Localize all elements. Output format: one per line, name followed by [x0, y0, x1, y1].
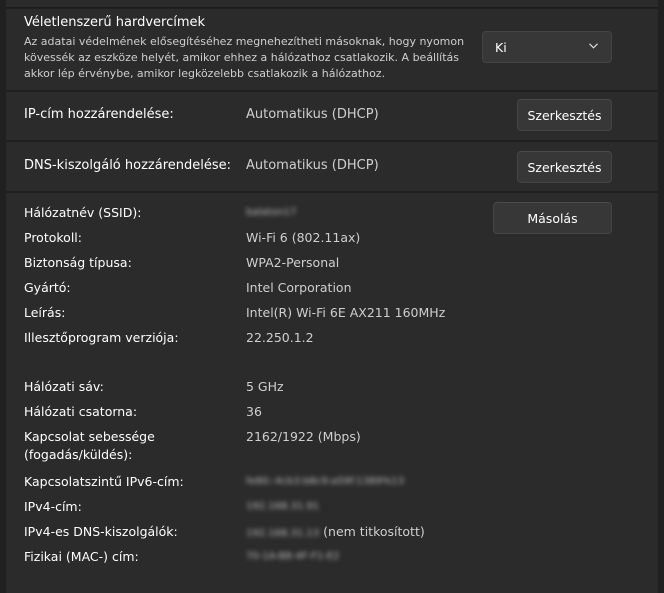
random-mac-dropdown[interactable]: Ki: [482, 31, 612, 63]
ssid-value: balaton17: [246, 207, 297, 218]
ipv4-dns-label: IPv4-es DNS-kiszolgálók:: [24, 524, 178, 539]
mac-address-value: 70-1A-B8-4F-F1-E2: [246, 551, 340, 562]
link-speed-value: 2162/1922 (Mbps): [246, 429, 361, 444]
dns-assignment-row: DNS-kiszolgáló hozzárendelése: Automatik…: [6, 142, 658, 191]
protocol-label: Protokoll:: [24, 230, 82, 245]
dns-assignment-label: DNS-kiszolgáló hozzárendelése:: [24, 158, 232, 173]
ssid-label: Hálózatnév (SSID):: [24, 205, 142, 220]
ip-assignment-row: IP-cím hozzárendelése: Automatikus (DHCP…: [6, 92, 658, 140]
ipv6-link-local-value: fe80::4cb3:b8c9:a59f:1389%13: [246, 476, 405, 487]
previous-card-edge: [6, 0, 658, 8]
network-band-value: 5 GHz: [246, 379, 284, 394]
manufacturer-value: Intel Corporation: [246, 280, 352, 295]
random-mac-title: Véletlenszerű hardvercímek: [24, 15, 206, 30]
ipv4-label: IPv4-cím:: [24, 499, 82, 514]
description-value: Intel(R) Wi-Fi 6E AX211 160MHz: [246, 305, 446, 320]
copy-button[interactable]: Másolás: [493, 202, 612, 234]
dns-assignment-value: Automatikus (DHCP): [246, 158, 379, 173]
description-label: Leírás:: [24, 305, 66, 320]
ip-edit-button[interactable]: Szerkesztés: [517, 99, 612, 131]
driver-version-value: 22.250.1.2: [246, 330, 314, 345]
random-hardware-address-card: Véletlenszerű hardvercímek Az adatai véd…: [6, 9, 658, 90]
network-channel-value: 36: [246, 404, 262, 419]
ipv4-dns-encryption-note: (nem titkosított): [323, 524, 425, 539]
network-properties-page: Véletlenszerű hardvercímek Az adatai véd…: [0, 0, 664, 593]
dns-edit-button[interactable]: Szerkesztés: [517, 151, 612, 183]
random-mac-dropdown-value: Ki: [495, 40, 507, 55]
network-channel-label: Hálózati csatorna:: [24, 404, 138, 419]
link-speed-label: Kapcsolat sebessége (fogadás/küldés):: [24, 429, 155, 462]
random-mac-description: Az adatai védelmének elősegítéséhez megn…: [24, 35, 465, 80]
ip-assignment-value: Automatikus (DHCP): [246, 107, 379, 122]
ip-assignment-label: IP-cím hozzárendelése:: [24, 107, 174, 122]
ipv4-value: 192.168.31.91: [246, 501, 320, 512]
protocol-value: Wi-Fi 6 (802.11ax): [246, 230, 361, 245]
security-type-label: Biztonság típusa:: [24, 255, 132, 270]
ipv4-dns-value: 192.168.31.13 (nem titkosított): [246, 523, 425, 543]
ipv6-link-local-label: Kapcsolatszintű IPv6-cím:: [24, 474, 184, 489]
manufacturer-label: Gyártó:: [24, 280, 71, 295]
ipv4-dns-address: 192.168.31.13: [246, 528, 320, 539]
network-band-label: Hálózati sáv:: [24, 379, 104, 394]
security-type-value: WPA2-Personal: [246, 255, 340, 270]
driver-version-label: Illesztőprogram verziója:: [24, 330, 179, 345]
chevron-down-icon: [589, 43, 598, 49]
mac-address-label: Fizikai (MAC-) cím:: [24, 549, 139, 564]
